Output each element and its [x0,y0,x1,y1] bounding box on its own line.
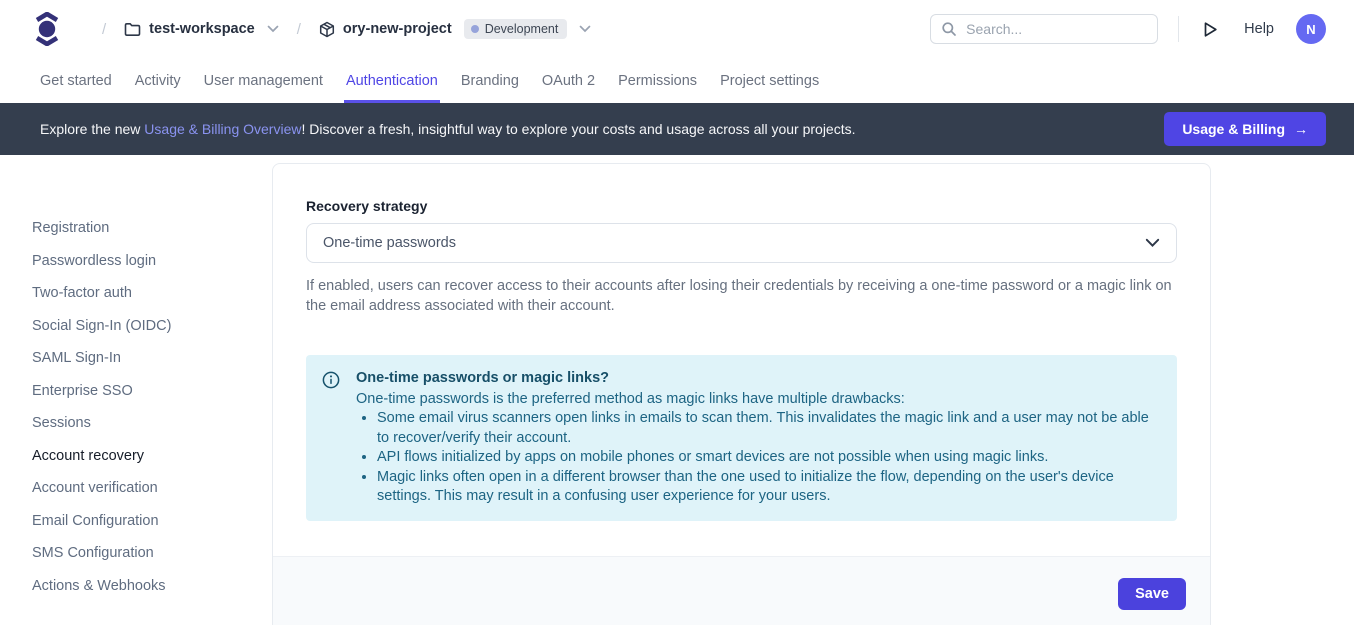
banner-text-suffix: ! Discover a fresh, insightful way to ex… [301,121,855,137]
sidebar-item-account-verification[interactable]: Account verification [32,473,272,504]
search-input[interactable] [966,21,1147,37]
chevron-down-icon [267,25,279,33]
usage-billing-button[interactable]: Usage & Billing → [1164,112,1326,146]
sidebar-item-two-factor-auth[interactable]: Two-factor auth [32,278,272,309]
info-box-bullet-list: Some email virus scanners open links in … [356,409,1157,507]
info-box: One-time passwords or magic links? One-t… [306,355,1177,521]
info-bullet: Some email virus scanners open links in … [377,409,1157,448]
sidebar-item-social-sign-in[interactable]: Social Sign-In (OIDC) [32,311,272,342]
recovery-strategy-label: Recovery strategy [306,198,1177,214]
usage-billing-button-label: Usage & Billing [1182,121,1285,137]
environment-dot-icon [471,25,479,33]
breadcrumb-separator: / [297,21,301,38]
top-header: / test-workspace / ory-new-project Devel… [0,0,1354,58]
info-bullet: API flows initialized by apps on mobile … [377,448,1157,468]
recovery-strategy-selected-value: One-time passwords [323,235,456,251]
sidebar-item-enterprise-sso[interactable]: Enterprise SSO [32,376,272,407]
sidebar-item-passwordless-login[interactable]: Passwordless login [32,246,272,277]
recovery-strategy-select[interactable]: One-time passwords [306,223,1177,263]
search-box[interactable] [930,14,1158,44]
banner-message: Explore the new Usage & Billing Overview… [40,121,856,137]
folder-icon [124,22,141,37]
sidebar-item-actions-webhooks[interactable]: Actions & Webhooks [32,571,272,602]
info-bullet: Magic links often open in a different br… [377,468,1157,507]
info-icon [306,367,356,507]
sidebar-item-account-recovery[interactable]: Account recovery [32,441,272,472]
project-switcher[interactable]: ory-new-project Development [319,19,591,39]
banner-text-prefix: Explore the new [40,121,144,137]
header-divider [1178,16,1179,42]
arrow-right-icon: → [1294,121,1308,137]
user-avatar[interactable]: N [1296,14,1326,44]
sidebar-item-email-configuration[interactable]: Email Configuration [32,506,272,537]
account-recovery-card: Recovery strategy One-time passwords If … [272,163,1211,625]
authentication-sidebar: Registration Passwordless login Two-fact… [0,155,272,603]
search-icon [941,21,957,37]
sidebar-item-sessions[interactable]: Sessions [32,408,272,439]
ory-logo[interactable] [34,13,60,45]
info-box-title: One-time passwords or magic links? [356,369,1157,389]
sidebar-item-sms-configuration[interactable]: SMS Configuration [32,538,272,569]
chevron-down-icon [579,25,591,33]
info-box-content: One-time passwords or magic links? One-t… [356,367,1157,507]
page-content: Registration Passwordless login Two-fact… [0,155,1354,625]
breadcrumb-separator: / [102,21,106,38]
usage-billing-overview-link[interactable]: Usage & Billing Overview [144,121,301,137]
info-box-intro: One-time passwords is the preferred meth… [356,390,1157,410]
header-actions: Help N [930,14,1326,44]
usage-billing-banner: Explore the new Usage & Billing Overview… [0,103,1354,155]
card-footer: Save [273,556,1210,625]
environment-badge: Development [464,19,568,39]
recovery-strategy-description: If enabled, users can recover access to … [306,276,1177,316]
workspace-name: test-workspace [149,21,255,37]
avatar-initial: N [1306,22,1315,37]
sidebar-item-saml-sign-in[interactable]: SAML Sign-In [32,343,272,374]
save-button[interactable]: Save [1118,578,1186,610]
project-nav-tabs: Get started Activity User management Aut… [0,58,1354,103]
tab-branding[interactable]: Branding [459,58,521,103]
tab-authentication[interactable]: Authentication [344,58,440,103]
tab-project-settings[interactable]: Project settings [718,58,821,103]
tab-activity[interactable]: Activity [133,58,183,103]
help-link[interactable]: Help [1244,21,1274,37]
tab-permissions[interactable]: Permissions [616,58,699,103]
tab-oauth2[interactable]: OAuth 2 [540,58,597,103]
tab-get-started[interactable]: Get started [38,58,114,103]
chevron-down-icon [1145,238,1160,248]
sidebar-item-registration[interactable]: Registration [32,213,272,244]
project-name: ory-new-project [343,21,452,37]
workspace-switcher[interactable]: test-workspace [124,21,279,37]
environment-label: Development [485,22,559,36]
tab-user-management[interactable]: User management [202,58,325,103]
play-icon[interactable] [1203,21,1218,38]
package-icon [319,21,335,38]
